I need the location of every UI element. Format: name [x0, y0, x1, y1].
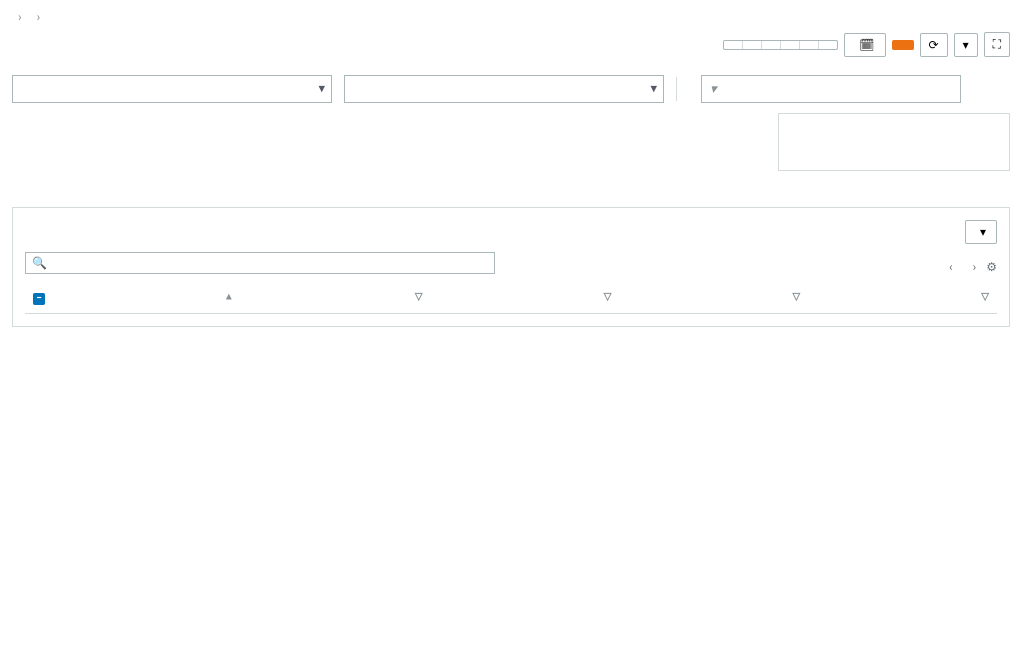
- gear-icon[interactable]: ⚙: [986, 260, 997, 274]
- time-1h[interactable]: [724, 41, 743, 49]
- expand-icon: ⛶: [993, 37, 1001, 52]
- time-1w[interactable]: [819, 41, 837, 49]
- col-pod[interactable]: ▲: [53, 282, 242, 313]
- fullscreen-button[interactable]: ⛶: [984, 32, 1010, 57]
- col-service[interactable]: ▽: [242, 282, 431, 313]
- custom-time-button[interactable]: 🗓: [844, 33, 885, 57]
- sort-asc-icon: ▲: [224, 292, 234, 303]
- scope-select[interactable]: ▾: [12, 75, 332, 103]
- chevron-down-icon: ▾: [963, 38, 969, 52]
- chevron-down-icon: ▾: [710, 82, 717, 97]
- refresh-options-button[interactable]: ▾: [954, 33, 978, 57]
- chevron-down-icon: ▾: [318, 82, 325, 97]
- filter-reports-select[interactable]: ▾: [701, 75, 961, 103]
- chevron-right-icon: ›: [37, 10, 41, 24]
- add-to-dashboard-button[interactable]: [892, 40, 914, 50]
- toolbar: 🗓 ⟳ ▾ ⛶: [723, 32, 1010, 57]
- filter-input-wrap[interactable]: 🔍: [25, 252, 495, 274]
- chevron-down-icon: ▾: [980, 225, 986, 239]
- sort-icon: ▽: [792, 292, 800, 303]
- time-12h[interactable]: [762, 41, 781, 49]
- col-mem[interactable]: ▽: [808, 282, 997, 313]
- pager-next[interactable]: ›: [973, 260, 977, 274]
- subject-select[interactable]: ▾: [344, 75, 664, 103]
- sort-icon: ▽: [415, 292, 423, 303]
- sort-icon: ▽: [981, 292, 989, 303]
- calendar-icon: 🗓: [859, 38, 874, 52]
- col-namespace[interactable]: ▽: [431, 282, 620, 313]
- divider: [676, 77, 677, 101]
- refresh-button[interactable]: ⟳: [920, 33, 948, 57]
- time-range-selector[interactable]: [723, 40, 838, 50]
- filter-input[interactable]: [53, 256, 488, 270]
- col-cpu[interactable]: ▽: [619, 282, 808, 313]
- time-3d[interactable]: [800, 41, 819, 49]
- pager: ‹ › ⚙: [949, 260, 997, 274]
- pod-table: − ▲ ▽ ▽ ▽ ▽: [25, 282, 997, 314]
- alerts-panel: [778, 113, 1010, 171]
- search-icon: 🔍: [32, 256, 47, 270]
- breadcrumb: › ›: [0, 0, 1022, 28]
- sort-icon: ▽: [604, 292, 612, 303]
- pager-prev[interactable]: ‹: [949, 260, 953, 274]
- time-1d[interactable]: [781, 41, 800, 49]
- pod-performance-panel: ▾ 🔍 ‹ › ⚙ − ▲ ▽ ▽ ▽ ▽: [12, 207, 1010, 327]
- chevron-right-icon: ›: [18, 10, 22, 24]
- actions-button[interactable]: ▾: [965, 220, 997, 244]
- select-all-header[interactable]: −: [25, 282, 53, 313]
- refresh-icon: ⟳: [929, 38, 939, 52]
- time-3h[interactable]: [743, 41, 762, 49]
- minus-icon: −: [33, 293, 45, 305]
- chevron-down-icon: ▾: [650, 82, 657, 97]
